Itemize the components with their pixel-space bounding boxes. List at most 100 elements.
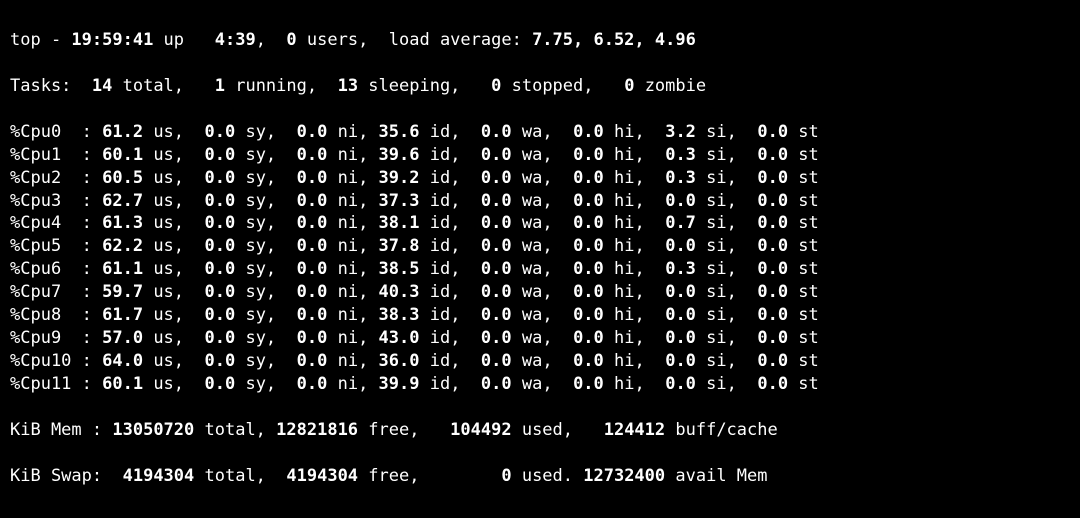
cpu-st: 0.0 xyxy=(737,145,788,165)
cpu-name: %Cpu5 : xyxy=(10,236,92,256)
cpu-us: 61.2 xyxy=(92,122,143,142)
cpu-wa: 0.0 xyxy=(460,328,511,348)
cpu-hi: 0.0 xyxy=(553,374,604,394)
cpu-si: 0.3 xyxy=(645,259,696,279)
cpu-wa: 0.0 xyxy=(460,236,511,256)
cpu-line: %Cpu3 : 62.7 us, 0.0 sy, 0.0 ni, 37.3 id… xyxy=(10,190,1072,213)
swap-used: 0 xyxy=(501,466,511,486)
cpu-us: 60.1 xyxy=(92,145,143,165)
cpu-line: %Cpu0 : 61.2 us, 0.0 sy, 0.0 ni, 35.6 id… xyxy=(10,121,1072,144)
cpu-sy: 0.0 xyxy=(184,282,235,302)
cpu-id: 39.9 xyxy=(368,374,419,394)
swap-avail: 12732400 xyxy=(583,466,665,486)
cpu-si: 0.0 xyxy=(645,236,696,256)
cpu-us: 59.7 xyxy=(92,282,143,302)
cpu-si: 0.0 xyxy=(645,374,696,394)
cpu-wa: 0.0 xyxy=(460,351,511,371)
cpu-hi: 0.0 xyxy=(553,213,604,233)
cpu-si: 0.0 xyxy=(645,351,696,371)
cpu-si: 0.0 xyxy=(645,282,696,302)
cpu-line: %Cpu11 : 60.1 us, 0.0 sy, 0.0 ni, 39.9 i… xyxy=(10,373,1072,396)
cpu-hi: 0.0 xyxy=(553,259,604,279)
cpu-st: 0.0 xyxy=(737,305,788,325)
cpu-sy: 0.0 xyxy=(184,168,235,188)
cpu-si: 0.0 xyxy=(645,305,696,325)
terminal-output: top - 19:59:41 up 4:39, 0 users, load av… xyxy=(0,0,1080,518)
tasks-label: Tasks: xyxy=(10,76,71,96)
cpu-st: 0.0 xyxy=(737,191,788,211)
cpu-si: 3.2 xyxy=(645,122,696,142)
cpu-name: %Cpu3 : xyxy=(10,191,92,211)
cpu-wa: 0.0 xyxy=(460,145,511,165)
cpu-us: 61.7 xyxy=(92,305,143,325)
mem-buff: 124412 xyxy=(604,420,665,440)
cpu-ni: 0.0 xyxy=(276,145,327,165)
cpu-us: 60.5 xyxy=(92,168,143,188)
cpu-wa: 0.0 xyxy=(460,282,511,302)
cpu-si: 0.3 xyxy=(645,145,696,165)
time-value: 19:59:41 xyxy=(71,30,153,50)
cpu-hi: 0.0 xyxy=(553,145,604,165)
summary-line: top - 19:59:41 up 4:39, 0 users, load av… xyxy=(10,29,1072,52)
cpu-hi: 0.0 xyxy=(553,282,604,302)
cpu-ni: 0.0 xyxy=(276,236,327,256)
cpu-name: %Cpu6 : xyxy=(10,259,92,279)
cpu-line: %Cpu6 : 61.1 us, 0.0 sy, 0.0 ni, 38.5 id… xyxy=(10,258,1072,281)
cpu-ni: 0.0 xyxy=(276,305,327,325)
cpu-st: 0.0 xyxy=(737,351,788,371)
cpu-ni: 0.0 xyxy=(276,259,327,279)
cpu-name: %Cpu1 : xyxy=(10,145,92,165)
cpu-line: %Cpu4 : 61.3 us, 0.0 sy, 0.0 ni, 38.1 id… xyxy=(10,212,1072,235)
cpu-hi: 0.0 xyxy=(553,122,604,142)
cpu-hi: 0.0 xyxy=(553,305,604,325)
tasks-total: 14 xyxy=(71,76,112,96)
tasks-line: Tasks: 14 total, 1 running, 13 sleeping,… xyxy=(10,75,1072,98)
cpu-name: %Cpu10 : xyxy=(10,351,92,371)
uptime-value: 4:39 xyxy=(194,30,255,50)
cpu-sy: 0.0 xyxy=(184,213,235,233)
cpu-id: 37.3 xyxy=(368,191,419,211)
cpu-wa: 0.0 xyxy=(460,305,511,325)
tasks-zombie: 0 xyxy=(624,76,634,96)
cpu-id: 43.0 xyxy=(368,328,419,348)
cpu-line: %Cpu8 : 61.7 us, 0.0 sy, 0.0 ni, 38.3 id… xyxy=(10,304,1072,327)
cpu-line: %Cpu9 : 57.0 us, 0.0 sy, 0.0 ni, 43.0 id… xyxy=(10,327,1072,350)
cpu-ni: 0.0 xyxy=(276,213,327,233)
cpu-ni: 0.0 xyxy=(276,191,327,211)
cpu-sy: 0.0 xyxy=(184,191,235,211)
cpu-line: %Cpu7 : 59.7 us, 0.0 sy, 0.0 ni, 40.3 id… xyxy=(10,281,1072,304)
cpu-si: 0.7 xyxy=(645,213,696,233)
cpu-wa: 0.0 xyxy=(460,168,511,188)
cpu-us: 61.1 xyxy=(92,259,143,279)
cpu-wa: 0.0 xyxy=(460,191,511,211)
cpu-ni: 0.0 xyxy=(276,168,327,188)
cpu-si: 0.0 xyxy=(645,191,696,211)
cpu-id: 39.2 xyxy=(368,168,419,188)
mem-line: KiB Mem : 13050720 total, 12821816 free,… xyxy=(10,419,1072,442)
cpu-sy: 0.0 xyxy=(184,328,235,348)
cpu-sy: 0.0 xyxy=(184,305,235,325)
cpu-st: 0.0 xyxy=(737,328,788,348)
cpu-us: 60.1 xyxy=(92,374,143,394)
swap-total: 4194304 xyxy=(123,466,195,486)
cpu-ni: 0.0 xyxy=(276,122,327,142)
cpu-ni: 0.0 xyxy=(276,351,327,371)
cpu-id: 38.3 xyxy=(368,305,419,325)
cpu-name: %Cpu9 : xyxy=(10,328,92,348)
swap-line: KiB Swap: 4194304 total, 4194304 free, 0… xyxy=(10,465,1072,488)
cpu-line: %Cpu5 : 62.2 us, 0.0 sy, 0.0 ni, 37.8 id… xyxy=(10,235,1072,258)
cpu-st: 0.0 xyxy=(737,374,788,394)
cpu-ni: 0.0 xyxy=(276,282,327,302)
cpu-ni: 0.0 xyxy=(276,328,327,348)
mem-total: 13050720 xyxy=(112,420,194,440)
cpu-wa: 0.0 xyxy=(460,259,511,279)
top-prefix: top - xyxy=(10,30,71,50)
users-sep: , xyxy=(256,30,287,50)
cpu-line: %Cpu2 : 60.5 us, 0.0 sy, 0.0 ni, 39.2 id… xyxy=(10,167,1072,190)
cpu-us: 57.0 xyxy=(92,328,143,348)
cpu-line: %Cpu10 : 64.0 us, 0.0 sy, 0.0 ni, 36.0 i… xyxy=(10,350,1072,373)
load-value: 7.75, 6.52, 4.96 xyxy=(532,30,696,50)
cpu-si: 0.3 xyxy=(645,168,696,188)
cpu-id: 37.8 xyxy=(368,236,419,256)
cpu-st: 0.0 xyxy=(737,122,788,142)
